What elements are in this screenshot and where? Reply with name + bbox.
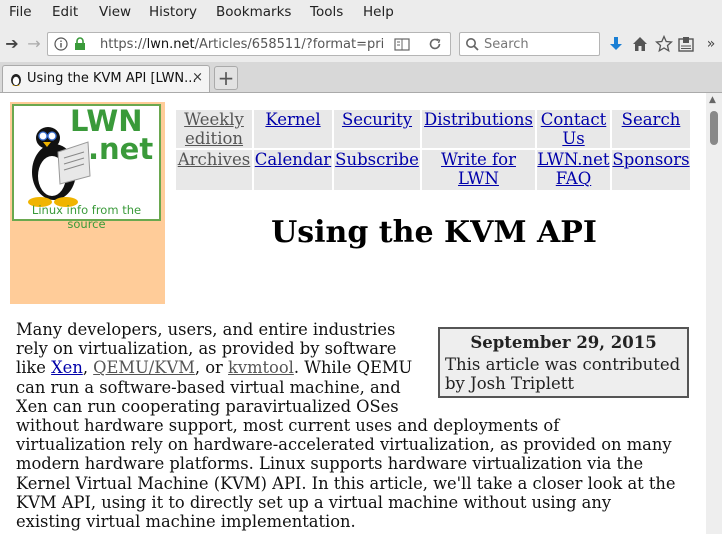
body-line: without hardware support, most current u… bbox=[16, 416, 560, 436]
logo-sidebar: LWN .net Linux info from the source bbox=[10, 102, 165, 304]
menu-tools[interactable]: Tools bbox=[310, 4, 343, 20]
body-line: existing virtual machine implementation. bbox=[16, 512, 356, 532]
body-line: KVM API, using it to directly set up a v… bbox=[16, 492, 612, 512]
article-body: Many developers, users, and entire indus… bbox=[16, 320, 706, 531]
page-content: LWN .net Linux info from the source Week… bbox=[0, 93, 706, 534]
download-icon[interactable] bbox=[607, 35, 625, 53]
menu-history[interactable]: History bbox=[149, 4, 197, 20]
overflow-chevron-icon[interactable]: » bbox=[701, 34, 721, 54]
tab-active[interactable]: Using the KVM API [LWN... × bbox=[2, 65, 210, 92]
search-icon bbox=[466, 38, 479, 51]
tab-strip: Using the KVM API [LWN... × + bbox=[0, 62, 722, 93]
home-icon[interactable] bbox=[631, 35, 649, 53]
tab-close-icon[interactable]: × bbox=[192, 70, 203, 85]
forward-icon[interactable]: → bbox=[24, 34, 44, 54]
nav-kernel[interactable]: Kernel bbox=[265, 110, 320, 129]
nav-write-for-lwn[interactable]: Write for LWN bbox=[441, 150, 516, 188]
body-line: Xen can run cooperating paravirtualized … bbox=[16, 396, 399, 416]
body-line: like Xen, QEMU/KVM, or kvmtool. While QE… bbox=[16, 358, 413, 378]
lock-icon bbox=[75, 37, 85, 50]
tab-title: Using the KVM API [LWN... bbox=[27, 71, 197, 86]
nav-contact-us[interactable]: Contact Us bbox=[541, 110, 607, 148]
menu-view[interactable]: View bbox=[99, 4, 131, 20]
menu-bar: File Edit View History Bookmarks Tools H… bbox=[0, 0, 722, 24]
nav-distributions[interactable]: Distributions bbox=[424, 110, 533, 129]
menu-edit[interactable]: Edit bbox=[52, 4, 78, 20]
navigation-toolbar: ➔ → https://lwn.net/Articles/658511/?for… bbox=[0, 26, 722, 62]
nav-calendar[interactable]: Calendar bbox=[255, 150, 331, 169]
scrollbar-thumb[interactable] bbox=[710, 111, 718, 145]
lwn-logo[interactable]: LWN .net Linux info from the source bbox=[12, 104, 161, 231]
search-field[interactable]: Search bbox=[459, 32, 600, 56]
nav-subscribe[interactable]: Subscribe bbox=[335, 150, 419, 169]
logo-tagline: Linux info from the source bbox=[31, 203, 142, 231]
url-text[interactable]: https://lwn.net/Articles/658511/?format=… bbox=[100, 37, 384, 52]
reader-view-icon[interactable] bbox=[394, 38, 410, 51]
nav-lwn-faq[interactable]: LWN.net FAQ bbox=[537, 150, 609, 188]
body-line: Many developers, users, and entire indus… bbox=[16, 320, 396, 339]
new-tab-button[interactable]: + bbox=[214, 66, 238, 90]
nav-search[interactable]: Search bbox=[622, 110, 681, 129]
scroll-up-icon[interactable]: ▲ bbox=[709, 95, 716, 105]
link-qemu-kvm[interactable]: QEMU/KVM bbox=[93, 358, 195, 377]
info-icon[interactable] bbox=[54, 37, 68, 51]
bookmarks-menu-icon[interactable] bbox=[677, 35, 695, 53]
bookmark-star-icon[interactable] bbox=[655, 35, 673, 53]
article-title: Using the KVM API bbox=[271, 215, 597, 250]
body-line: Kernel Virtual Machine (KVM) API. In thi… bbox=[16, 473, 676, 493]
url-bar[interactable]: https://lwn.net/Articles/658511/?format=… bbox=[47, 32, 451, 56]
body-line: virtualization rely on hardware-accelera… bbox=[16, 435, 672, 455]
logo-net: .net bbox=[88, 132, 154, 166]
menu-bookmarks[interactable]: Bookmarks bbox=[216, 4, 291, 20]
nav-weekly-edition[interactable]: Weekly edition bbox=[184, 110, 244, 148]
site-navigation: Weekly edition Kernel Security Distributi… bbox=[174, 108, 692, 192]
menu-file[interactable]: File bbox=[9, 4, 32, 20]
nav-security[interactable]: Security bbox=[342, 110, 412, 129]
back-icon[interactable]: ➔ bbox=[2, 34, 22, 54]
menu-help[interactable]: Help bbox=[363, 4, 394, 20]
body-line: modern hardware platforms. Linux support… bbox=[16, 454, 644, 474]
lwn-penguin-favicon-icon bbox=[11, 74, 21, 86]
link-kvmtool[interactable]: kvmtool bbox=[228, 358, 294, 377]
nav-archives[interactable]: Archives bbox=[178, 150, 251, 169]
search-placeholder: Search bbox=[484, 37, 529, 52]
vertical-scrollbar[interactable]: ▲ bbox=[706, 93, 722, 534]
body-line: can run a software-based virtual machine… bbox=[16, 377, 401, 397]
nav-sponsors[interactable]: Sponsors bbox=[612, 150, 689, 169]
reload-icon[interactable] bbox=[428, 37, 442, 51]
link-xen[interactable]: Xen bbox=[51, 358, 83, 377]
body-line: rely on virtualization, as provided by s… bbox=[16, 339, 397, 359]
